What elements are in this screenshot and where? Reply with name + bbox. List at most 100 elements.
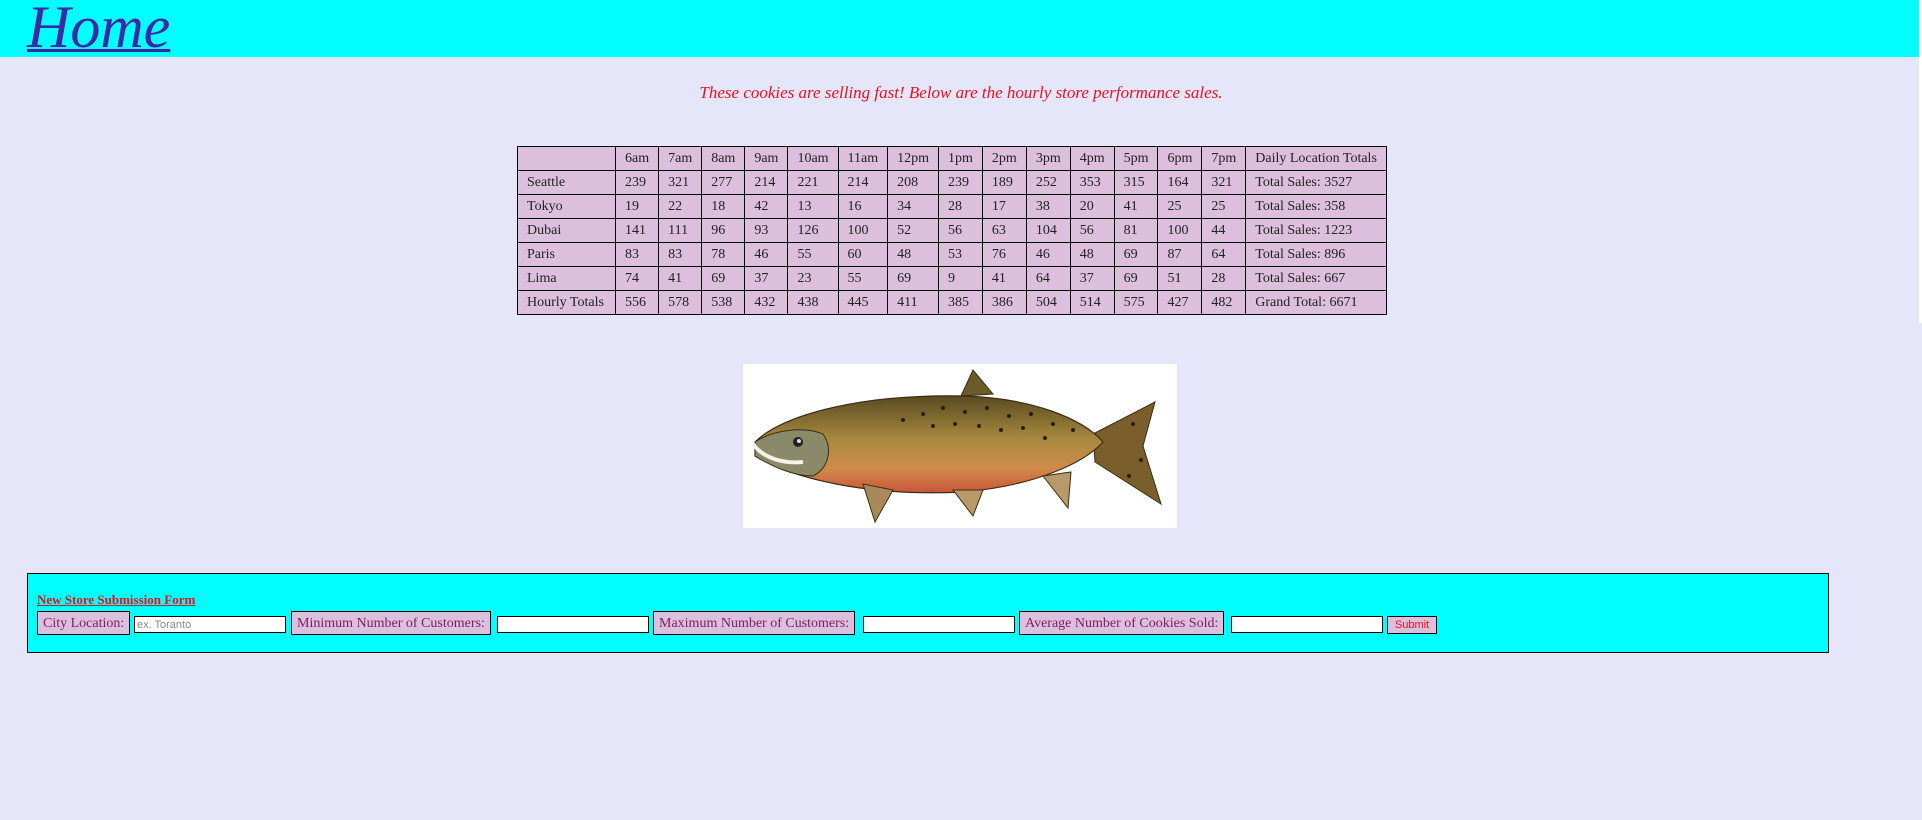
table-cell: Total Sales: 667 [1245,266,1387,291]
table-cell: 438 [787,290,839,315]
table-cell: 252 [1025,170,1071,195]
table-cell: 74 [614,266,660,291]
table-header-cell: 6pm [1157,146,1203,171]
table-cell: Hourly Totals [517,290,616,315]
min-customers-input[interactable] [497,616,649,633]
table-cell: 56 [938,218,983,243]
table-cell: 277 [701,170,746,195]
table-cell: 16 [837,194,889,219]
table-cell: 60 [837,242,889,267]
table-cell: 96 [701,218,746,243]
table-header-cell [517,146,616,171]
table-cell: 504 [1025,290,1071,315]
table-cell: 189 [981,170,1027,195]
min-customers-label: Minimum Number of Customers: [291,611,491,635]
table-cell: 81 [1113,218,1159,243]
table-cell: 9 [938,266,983,291]
table-cell: 53 [938,242,983,267]
table-cell: 34 [887,194,940,219]
table-cell: 23 [787,266,839,291]
avg-cookies-input[interactable] [1231,616,1383,633]
table-cell: 20 [1069,194,1115,219]
city-input[interactable] [134,616,286,633]
max-customers-input[interactable] [863,616,1015,633]
avg-cookies-label: Average Number of Cookies Sold: [1019,611,1225,635]
table-cell: 48 [887,242,940,267]
table-cell: 76 [981,242,1027,267]
table-cell: 556 [614,290,660,315]
table-header-cell: 11am [837,146,889,171]
table-row: Hourly Totals 556 578 538 432 438 445 411 385 386… [517,290,1387,315]
table-cell: Seattle [517,170,616,195]
table-cell: Paris [517,242,616,267]
table-cell: 321 [658,170,703,195]
table-cell: 514 [1069,290,1115,315]
table-cell: 22 [658,194,703,219]
table-cell: 28 [1201,266,1247,291]
table-cell: 37 [1069,266,1115,291]
table-cell: 41 [981,266,1027,291]
table-cell: 25 [1201,194,1247,219]
table-header-cell: 7am [658,146,703,171]
table-cell: 538 [701,290,746,315]
table-cell: 126 [787,218,839,243]
new-store-form: New Store Submission Form City Location:… [27,573,1829,653]
table-row: Paris 83 83 78 46 55 60 48 53 76 46 48 69 87 64 Total S… [517,242,1387,267]
table-cell: 432 [744,290,789,315]
table-cell: 41 [1113,194,1159,219]
table-cell: 575 [1113,290,1159,315]
header-bar: Home [0,0,1922,60]
submit-button[interactable]: Submit [1387,616,1437,634]
table-cell: Total Sales: 1223 [1245,218,1387,243]
sales-table: 6am 7am 8am 9am 10am 11am 12pm 1pm 2pm 3pm 4pm 5pm 6… [517,146,1387,315]
table-cell: 64 [1025,266,1071,291]
table-cell: 42 [744,194,789,219]
table-cell: 46 [744,242,789,267]
table-cell: 83 [658,242,703,267]
table-cell: 78 [701,242,746,267]
table-cell: 239 [614,170,660,195]
table-cell: 51 [1157,266,1203,291]
table-cell: 28 [938,194,983,219]
table-cell: 445 [837,290,889,315]
table-header-cell: 10am [787,146,839,171]
table-cell: 44 [1201,218,1247,243]
table-cell: Tokyo [517,194,616,219]
table-cell: 63 [981,218,1027,243]
table-cell: 482 [1201,290,1247,315]
home-link[interactable]: Home [27,0,170,62]
table-cell: 141 [614,218,660,243]
table-cell: 41 [658,266,703,291]
table-cell: 52 [887,218,940,243]
table-header-cell: 3pm [1025,146,1071,171]
table-cell: 214 [744,170,789,195]
salmon-illustration [751,369,1162,524]
table-cell: 17 [981,194,1027,219]
table-cell: 38 [1025,194,1071,219]
table-row: Seattle 239 321 277 214 221 214 208 239 189 252 353… [517,170,1387,195]
table-cell: 411 [887,290,940,315]
table-cell: 221 [787,170,839,195]
table-header-cell: 5pm [1113,146,1159,171]
table-header-cell: 6am [614,146,660,171]
table-cell: 93 [744,218,789,243]
table-cell: 37 [744,266,789,291]
table-cell: 353 [1069,170,1115,195]
max-customers-label: Maximum Number of Customers: [653,611,856,635]
table-cell: 386 [981,290,1027,315]
city-label: City Location: [37,611,131,635]
table-cell: 48 [1069,242,1115,267]
table-cell: 111 [658,218,703,243]
table-header-cell: 2pm [981,146,1027,171]
table-cell: 69 [887,266,940,291]
table-cell: 83 [614,242,660,267]
table-cell: 239 [938,170,983,195]
table-cell: 214 [837,170,889,195]
table-cell: 69 [1113,242,1159,267]
table-cell: 69 [701,266,746,291]
table-cell: 104 [1025,218,1071,243]
table-cell: 100 [837,218,889,243]
table-header-cell: 1pm [938,146,983,171]
table-cell: 385 [938,290,983,315]
table-header-cell: 7pm [1201,146,1247,171]
